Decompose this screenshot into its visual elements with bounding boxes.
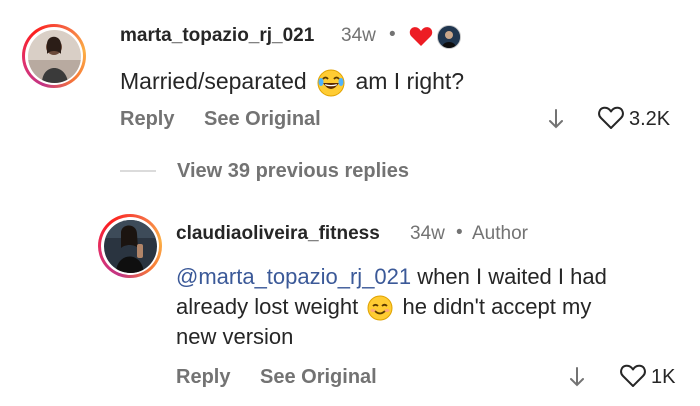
avatar-badge-icon [437, 25, 461, 49]
profile-photo-icon [103, 219, 157, 273]
comment1-text: Married/separated am I right? [120, 66, 464, 97]
heart-icon [409, 27, 433, 46]
author-badge: Author [472, 223, 528, 244]
comment2-timestamp: 34w [410, 223, 445, 244]
comment2-like-count: 1K [651, 366, 676, 388]
smiling-emoji-icon [367, 295, 393, 321]
translate-arrow-icon[interactable] [568, 366, 586, 388]
comment2-username[interactable]: claudiaoliveira_fitness [176, 222, 380, 246]
comment1-reply-button[interactable]: Reply [120, 106, 174, 132]
avatar-marta[interactable] [22, 24, 86, 88]
replies-divider [120, 170, 156, 172]
comment2-line2-before: already lost weight [176, 294, 359, 319]
comment2-line2-after: he didn't accept my [402, 294, 592, 319]
comment1-text-after: am I right? [355, 68, 465, 94]
comment1-like-count: 3.2K [629, 108, 671, 130]
view-previous-replies-button[interactable]: View 39 previous replies [177, 158, 409, 184]
comment1-see-original-button[interactable]: See Original [204, 106, 321, 132]
comment2-reply-button[interactable]: Reply [176, 364, 230, 390]
comment1-timestamp: 34w [341, 25, 376, 46]
like-heart-icon[interactable] [620, 364, 646, 388]
comment2-line1-rest: when I waited I had [417, 264, 607, 289]
comment2-text: @marta_topazio_rj_021 when I waited I ha… [176, 262, 686, 352]
comment1-username[interactable]: marta_topazio_rj_021 [120, 24, 314, 48]
like-heart-icon[interactable] [598, 106, 624, 130]
translate-arrow-icon[interactable] [547, 108, 565, 130]
comment2-see-original-button[interactable]: See Original [260, 364, 377, 390]
profile-photo-icon [27, 29, 81, 83]
separator-dot: • [456, 222, 463, 243]
avatar-claudia[interactable] [98, 214, 162, 278]
comment2-line3: new version [176, 324, 294, 349]
laughing-emoji-icon [317, 69, 345, 97]
comment1-text-before: Married/separated [120, 68, 307, 94]
separator-dot: • [389, 24, 396, 45]
comment2-mention-link[interactable]: @marta_topazio_rj_021 [176, 264, 411, 289]
